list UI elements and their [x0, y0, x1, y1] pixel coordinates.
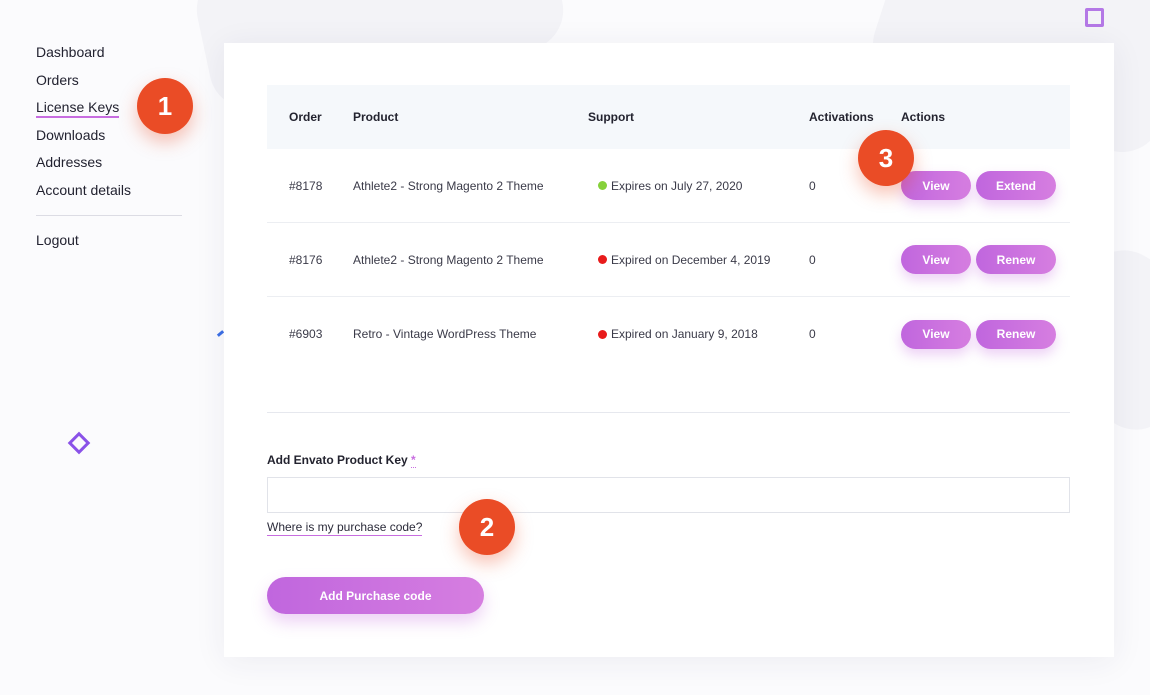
- row-actions: View Extend: [901, 171, 1070, 200]
- support-text: Expired on December 4, 2019: [611, 252, 771, 267]
- order-number: #6903: [289, 327, 323, 341]
- section-divider: [267, 412, 1070, 413]
- support-status: Expired on January 9, 2018: [588, 327, 809, 341]
- active-status-dot-icon: [598, 181, 607, 190]
- expired-status-dot-icon: [598, 329, 607, 339]
- header-actions: Actions: [901, 110, 946, 124]
- nav-divider: [36, 215, 182, 216]
- product-name: Athlete2 - Strong Magento 2 Theme: [353, 252, 544, 267]
- required-marker: *: [411, 453, 416, 468]
- renew-button[interactable]: Renew: [976, 245, 1056, 274]
- product-key-label: Add Envato Product Key *: [267, 453, 416, 468]
- license-table: Order Product Support Activations Action…: [267, 85, 1070, 371]
- view-button[interactable]: View: [901, 319, 971, 349]
- product-key-label-text: Add Envato Product Key: [267, 453, 408, 467]
- decorative-square-icon: [1085, 8, 1104, 27]
- step-badge-3: 3: [858, 130, 914, 186]
- nav-logout[interactable]: Logout: [36, 230, 182, 258]
- license-keys-card: Order Product Support Activations Action…: [224, 43, 1114, 657]
- view-button[interactable]: View: [901, 245, 971, 274]
- support-status: Expires on July 27, 2020: [588, 179, 809, 193]
- order-number: #8178: [289, 178, 323, 193]
- support-status: Expired on December 4, 2019: [588, 253, 809, 267]
- purchase-code-help-link[interactable]: Where is my purchase code?: [267, 520, 423, 536]
- order-number: #8176: [289, 252, 323, 267]
- nav-dashboard[interactable]: Dashboard: [36, 42, 182, 70]
- table-row: #8178 Athlete2 - Strong Magento 2 Theme …: [267, 149, 1070, 223]
- view-button[interactable]: View: [901, 171, 971, 200]
- nav-addresses[interactable]: Addresses: [36, 152, 182, 180]
- support-text: Expires on July 27, 2020: [611, 178, 743, 193]
- product-name: Retro - Vintage WordPress Theme: [353, 327, 537, 341]
- renew-button[interactable]: Renew: [976, 319, 1056, 349]
- add-purchase-code-button[interactable]: Add Purchase code: [267, 577, 484, 614]
- activations-count: 0: [809, 327, 816, 341]
- row-actions: View Renew: [901, 319, 1070, 349]
- header-product: Product: [353, 110, 399, 124]
- row-actions: View Renew: [901, 245, 1070, 274]
- step-badge-1: 1: [137, 78, 193, 134]
- table-row: #6903 Retro - Vintage WordPress Theme Ex…: [267, 297, 1070, 371]
- account-navigation: Dashboard Orders License Keys Downloads …: [36, 42, 182, 258]
- nav-account-details[interactable]: Account details: [36, 180, 182, 208]
- decorative-diamond-icon: [67, 431, 91, 455]
- header-order: Order: [289, 110, 322, 124]
- table-header: Order Product Support Activations Action…: [267, 85, 1070, 149]
- extend-button[interactable]: Extend: [976, 171, 1056, 200]
- header-activations: Activations: [809, 110, 874, 124]
- product-key-input[interactable]: [267, 477, 1070, 513]
- expired-status-dot-icon: [598, 255, 607, 264]
- table-row: #8176 Athlete2 - Strong Magento 2 Theme …: [267, 223, 1070, 297]
- activations-count: 0: [809, 252, 816, 267]
- support-text: Expired on January 9, 2018: [611, 327, 758, 341]
- step-badge-2: 2: [459, 499, 515, 555]
- header-support: Support: [588, 110, 634, 124]
- product-name: Athlete2 - Strong Magento 2 Theme: [353, 178, 544, 193]
